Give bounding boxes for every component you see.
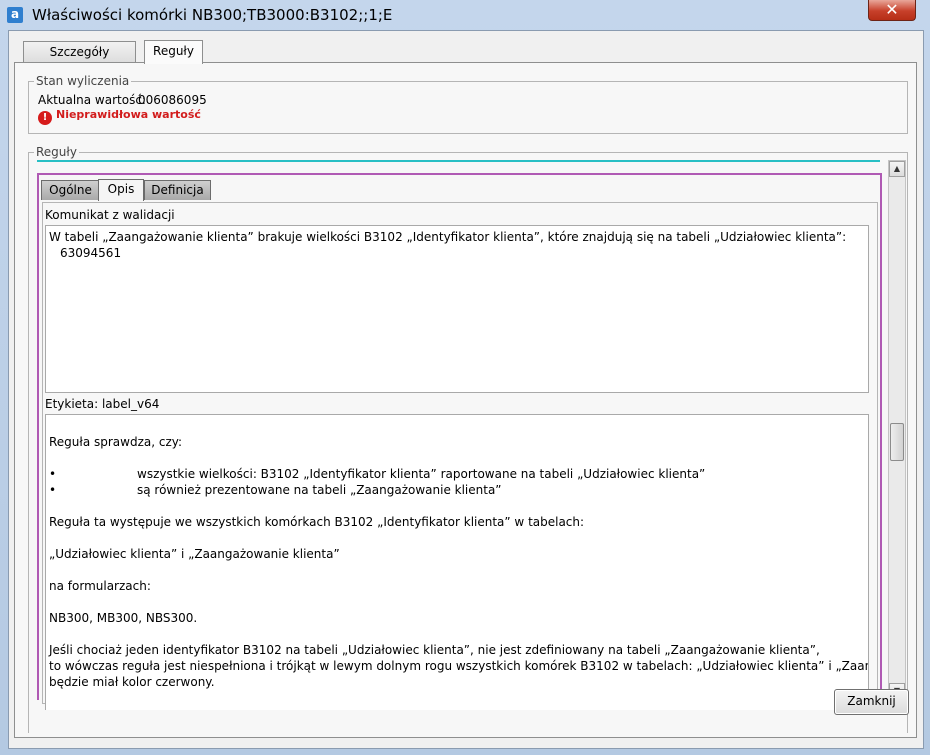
window-title: Właściwości komórki NB300;TB3000:B3102;;… <box>32 6 393 24</box>
up-arrow-icon: ▲ <box>893 164 901 173</box>
zamknij-button[interactable]: Zamknij <box>834 689 909 715</box>
app-icon: a <box>7 7 23 23</box>
tab-definicja[interactable]: Definicja <box>144 180 211 200</box>
tab-panel-reguly: Stan wyliczenia Aktualna wartość: 006086… <box>14 62 917 738</box>
reguly-legend: Reguły <box>34 145 79 159</box>
message-line-2: 63094561 <box>60 246 122 260</box>
stan-legend: Stan wyliczenia <box>34 74 132 88</box>
exclamation-icon: ! <box>38 111 52 125</box>
tab-szczegoly[interactable]: Szczegóły komórki <box>23 41 136 79</box>
current-value: 006086095 <box>138 93 207 107</box>
validation-message-box[interactable]: W tabeli „Zaangażowanie klienta” brakuje… <box>45 225 869 393</box>
desc-p6b: to wówczas reguła jest niespełniona i tr… <box>49 659 868 673</box>
error-status: ! Nieprawidłowa wartość <box>38 108 201 125</box>
desc-p3: „Udziałowiec klienta” i „Zaangażowanie k… <box>49 547 340 561</box>
bullet-1-marker: • <box>49 467 57 481</box>
opis-panel: Komunikat z walidacji W tabeli „Zaangażo… <box>42 202 878 710</box>
etykieta-label: Etykieta: label_v64 <box>45 397 160 411</box>
desc-bullet-1: wszystkie wielkości: B3102 „Identyfikato… <box>137 467 706 481</box>
desc-bullet-2: są również prezentowane na tabeli „Zaang… <box>137 483 502 497</box>
desc-p6c: będzie miał kolor czerwony. <box>49 675 215 689</box>
teal-separator <box>37 160 880 162</box>
bullet-2-marker: • <box>49 483 57 497</box>
desc-p6a: Jeśli chociaż jeden identyfikator B3102 … <box>49 643 820 657</box>
tab-opis[interactable]: Opis <box>98 179 144 201</box>
scrollbar-thumb[interactable] <box>890 423 904 461</box>
tab-ogolne[interactable]: Ogólne <box>41 180 100 200</box>
title-bar[interactable]: a Właściwości komórki NB300;TB3000:B3102… <box>0 0 930 30</box>
desc-p4: na formularzach: <box>49 579 151 593</box>
current-value-label: Aktualna wartość: <box>38 93 146 107</box>
desc-p5: NB300, MB300, NBS300. <box>49 611 198 625</box>
rule-frame: Ogólne Opis Definicja Komunikat z walida… <box>37 173 882 710</box>
tab-reguly[interactable]: Reguły <box>144 40 203 64</box>
rule-description-box[interactable]: Reguła sprawdza, czy: • wszystkie wielko… <box>45 414 869 710</box>
message-label: Komunikat z walidacji <box>45 208 175 222</box>
message-line-1: W tabeli „Zaangażowanie klienta” brakuje… <box>49 230 847 244</box>
stan-wyliczenia-group: Stan wyliczenia Aktualna wartość: 006086… <box>28 74 908 134</box>
dialog-window: a Właściwości komórki NB300;TB3000:B3102… <box>0 0 930 755</box>
reguly-group: Reguły Ogólne Opis Definicja Komunikat z… <box>28 145 908 733</box>
desc-p2: Reguła ta występuje we wszystkich komórk… <box>49 515 585 529</box>
close-icon: ✕ <box>885 0 899 19</box>
close-window-button[interactable]: ✕ <box>868 0 916 21</box>
dialog-body: Szczegóły komórki Reguły Stan wyliczenia… <box>8 30 924 749</box>
error-text: Nieprawidłowa wartość <box>56 108 201 121</box>
scroll-up-button[interactable]: ▲ <box>889 161 905 177</box>
desc-p1: Reguła sprawdza, czy: <box>49 435 183 449</box>
vertical-scrollbar[interactable]: ▲ ▼ <box>888 160 906 700</box>
